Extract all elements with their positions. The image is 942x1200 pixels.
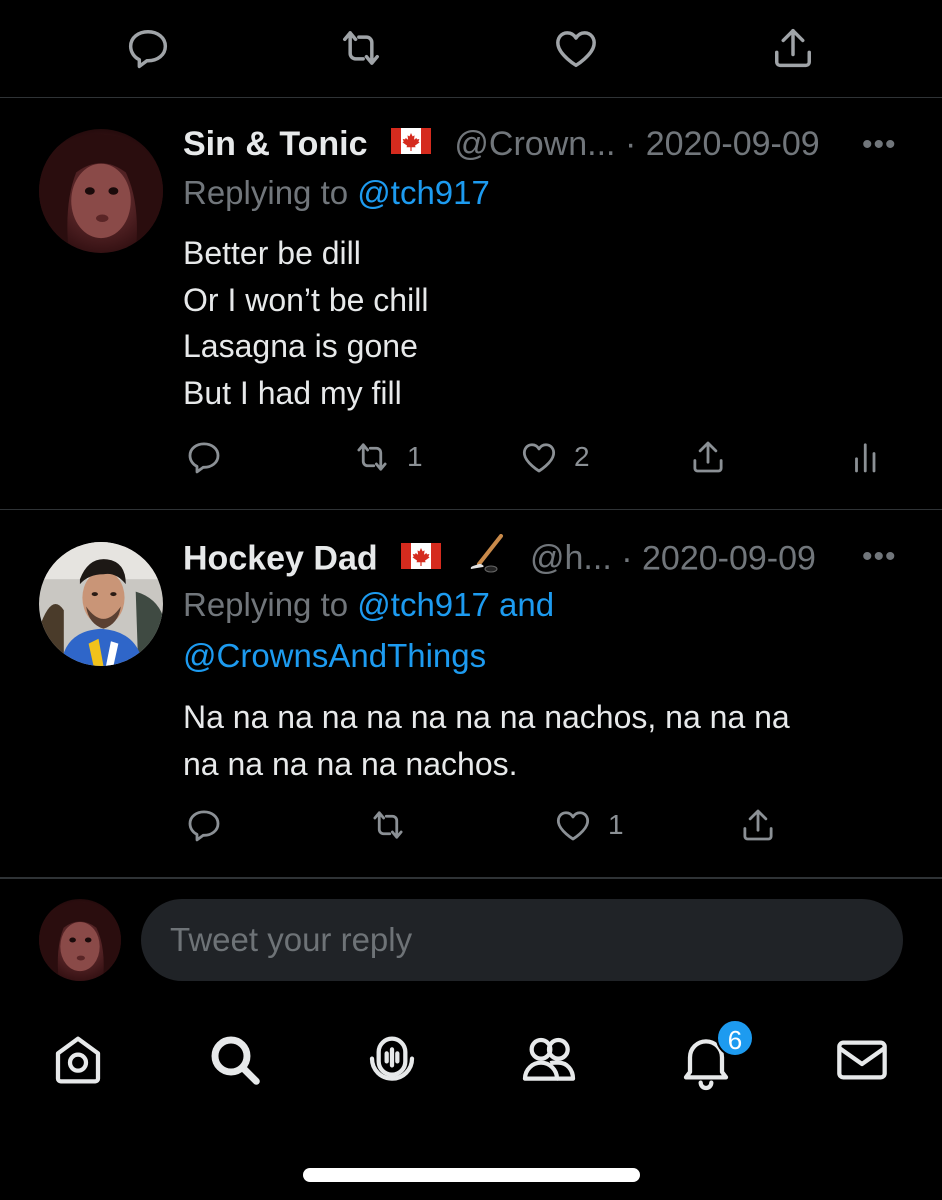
like-icon[interactable]: [550, 22, 602, 74]
canada-flag-icon: [390, 123, 431, 163]
hockey-stick-icon: [467, 534, 507, 583]
reply-icon: [183, 804, 225, 846]
tweet-text: Na na na na na na na na nachos, na na na…: [183, 699, 790, 782]
share-icon: [687, 436, 729, 478]
tweet-text: Better be dill Or I won’t be chill Lasag…: [183, 235, 429, 411]
replying-to: Replying to @tch917 and: [183, 580, 554, 630]
current-user-avatar[interactable]: [39, 899, 121, 981]
separator-dot: ·: [621, 539, 633, 578]
retweet-icon: [351, 436, 393, 478]
notifications-badge: 6: [716, 1019, 754, 1057]
retweet-count: 1: [407, 441, 423, 472]
top-action-bar: [0, 0, 942, 98]
reply-icon: [183, 436, 225, 478]
mention-link[interactable]: @tch917 and: [357, 586, 554, 623]
user-handle[interactable]: @h...: [530, 539, 612, 577]
reply-button[interactable]: [183, 436, 225, 478]
more-options-icon[interactable]: •••: [862, 128, 897, 162]
analytics-icon: [846, 436, 888, 478]
like-count: 2: [574, 441, 590, 472]
analytics-button[interactable]: [846, 436, 888, 478]
tweet-reply-1[interactable]: Sin & Tonic @Crown... · 2020-09-09 ••• R…: [0, 98, 942, 510]
search-icon[interactable]: [203, 1028, 267, 1092]
display-name[interactable]: Hockey Dad: [183, 539, 378, 577]
retweet-button[interactable]: [367, 804, 409, 846]
tweet-reply-2[interactable]: Hockey Dad @h... · 2020-09-09 ••• Replyi…: [0, 510, 942, 878]
tweet-header: Hockey Dad @h... · 2020-09-09: [183, 534, 816, 578]
reply-icon[interactable]: [122, 22, 174, 74]
share-button[interactable]: [687, 436, 729, 478]
like-count: 1: [608, 809, 624, 840]
replying-to-label: Replying to: [183, 174, 349, 211]
more-options-icon[interactable]: •••: [862, 540, 897, 574]
avatar[interactable]: [39, 542, 163, 666]
canada-flag-icon: [401, 538, 442, 578]
tweet-date[interactable]: 2020-09-09: [642, 539, 816, 577]
messages-icon[interactable]: [830, 1028, 894, 1092]
reply-input[interactable]: [141, 899, 903, 981]
replying-to-continued: @CrownsAndThings: [183, 631, 486, 681]
retweet-button[interactable]: 1: [351, 436, 423, 478]
reply-composer: [0, 878, 942, 1000]
home-indicator[interactable]: [303, 1168, 640, 1182]
like-icon: [518, 436, 560, 478]
replying-to-label: Replying to: [183, 586, 349, 623]
avatar[interactable]: [39, 129, 163, 253]
like-icon: [552, 804, 594, 846]
share-icon: [737, 804, 779, 846]
communities-icon[interactable]: [517, 1028, 581, 1092]
home-icon[interactable]: [46, 1028, 110, 1092]
separator-dot: ·: [624, 125, 637, 163]
retweet-icon: [367, 804, 409, 846]
reply-button[interactable]: [183, 804, 225, 846]
share-button[interactable]: [737, 804, 779, 846]
tweet-date[interactable]: 2020-09-09: [646, 125, 820, 163]
replying-to: Replying to @tch917: [183, 168, 490, 218]
tweet-header: Sin & Tonic @Crown... · 2020-09-09: [183, 124, 820, 164]
mention-link[interactable]: @CrownsAndThings: [183, 637, 486, 674]
share-icon[interactable]: [767, 22, 819, 74]
mention-link[interactable]: @tch917: [357, 174, 490, 211]
like-button[interactable]: 1: [552, 804, 624, 846]
spaces-icon[interactable]: [360, 1028, 424, 1092]
like-button[interactable]: 2: [518, 436, 590, 478]
user-handle[interactable]: @Crown...: [454, 125, 615, 163]
display-name[interactable]: Sin & Tonic: [183, 125, 367, 163]
retweet-icon[interactable]: [335, 22, 387, 74]
